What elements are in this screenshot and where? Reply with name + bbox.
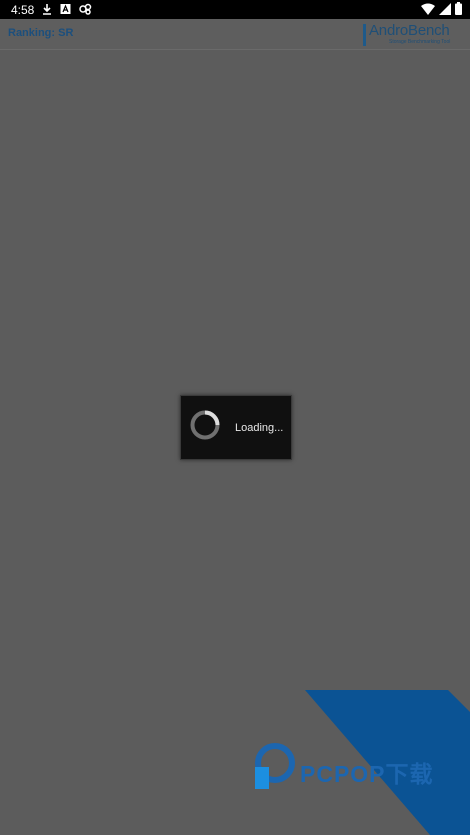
spinner-icon xyxy=(190,410,220,440)
loading-dialog: Loading... xyxy=(180,395,292,460)
loading-text: Loading... xyxy=(235,422,284,434)
page-title: Ranking: SR xyxy=(8,27,74,39)
a-icon xyxy=(60,4,71,14)
status-time: 4:58 xyxy=(11,3,35,17)
logo-name: AndroBench xyxy=(369,22,450,39)
app-header: Ranking: SR AndroBench Storage Benchmark… xyxy=(0,19,470,50)
watermark-text: PCPOP下载 xyxy=(300,761,434,787)
logo-accent-bar xyxy=(363,24,366,46)
system-icons xyxy=(421,2,462,15)
battery-icon xyxy=(455,2,462,15)
download-icon xyxy=(43,4,51,15)
signal-icon xyxy=(439,2,451,15)
wifi-icon xyxy=(421,3,435,15)
logo-tagline: Storage Benchmarking Tool xyxy=(389,39,451,45)
pcpop-logo-icon xyxy=(255,743,295,789)
androbench-logo: AndroBench Storage Benchmarking Tool xyxy=(363,22,463,47)
status-bar: 4:58 xyxy=(0,0,470,19)
link-icon xyxy=(79,3,92,15)
notification-icons xyxy=(42,3,92,15)
